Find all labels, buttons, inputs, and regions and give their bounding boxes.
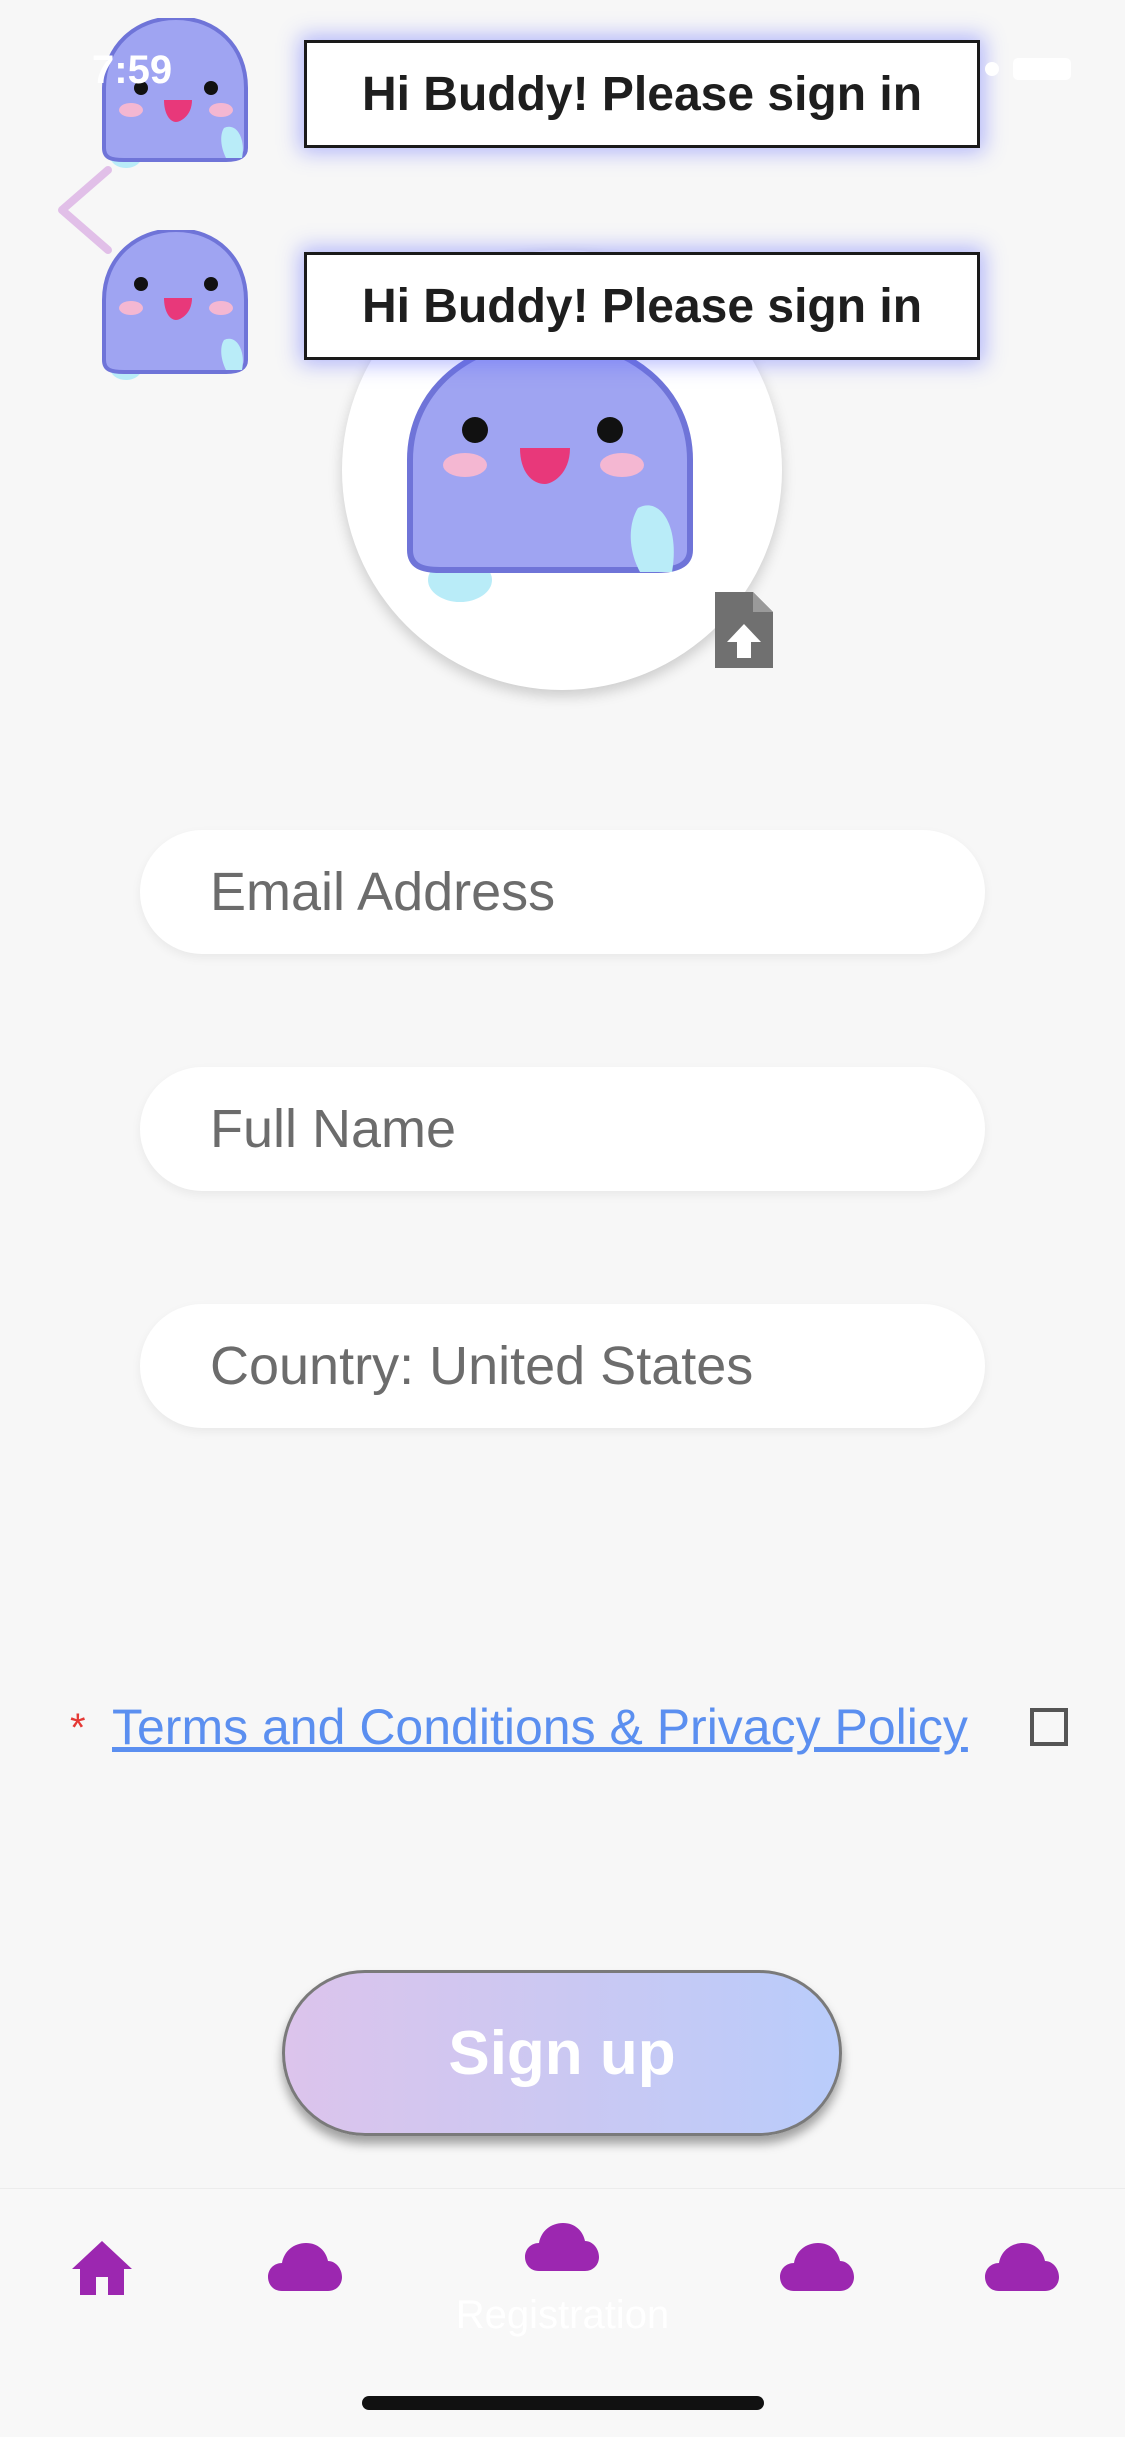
toast-notification: Hi Buddy! Please sign in <box>96 230 996 380</box>
mascot-icon <box>102 230 248 380</box>
home-icon[interactable] <box>70 2239 134 2297</box>
terms-row: * Terms and Conditions & Privacy Policy <box>70 1698 1070 1758</box>
cloud-icon[interactable] <box>525 2223 599 2273</box>
toast-message: Hi Buddy! Please sign in <box>304 40 980 148</box>
terms-checkbox[interactable] <box>1030 1708 1068 1746</box>
nav-active-label: Registration <box>455 2293 670 2337</box>
mascot-icon <box>102 18 248 168</box>
cloud-icon[interactable] <box>780 2243 854 2293</box>
full-name-field[interactable]: Full Name <box>140 1067 985 1191</box>
status-time: 7:59 <box>92 48 173 92</box>
home-indicator <box>362 2396 764 2410</box>
toast-message: Hi Buddy! Please sign in <box>304 252 980 360</box>
terms-link[interactable]: Terms and Conditions & Privacy Policy <box>112 1698 968 1756</box>
email-field[interactable]: Email Address <box>140 830 985 954</box>
required-marker: * <box>70 1706 86 1750</box>
status-icons <box>985 58 1071 80</box>
signup-button[interactable]: Sign up <box>282 1970 842 2136</box>
cloud-icon[interactable] <box>985 2243 1059 2293</box>
toast-notification: Hi Buddy! Please sign in <box>96 18 996 168</box>
wifi-icon <box>985 62 999 76</box>
mascot-icon <box>407 340 693 602</box>
upload-file-icon[interactable] <box>715 592 773 668</box>
battery-icon <box>1013 58 1071 80</box>
cloud-icon[interactable] <box>268 2243 342 2293</box>
country-field[interactable]: Country: United States <box>140 1304 985 1428</box>
